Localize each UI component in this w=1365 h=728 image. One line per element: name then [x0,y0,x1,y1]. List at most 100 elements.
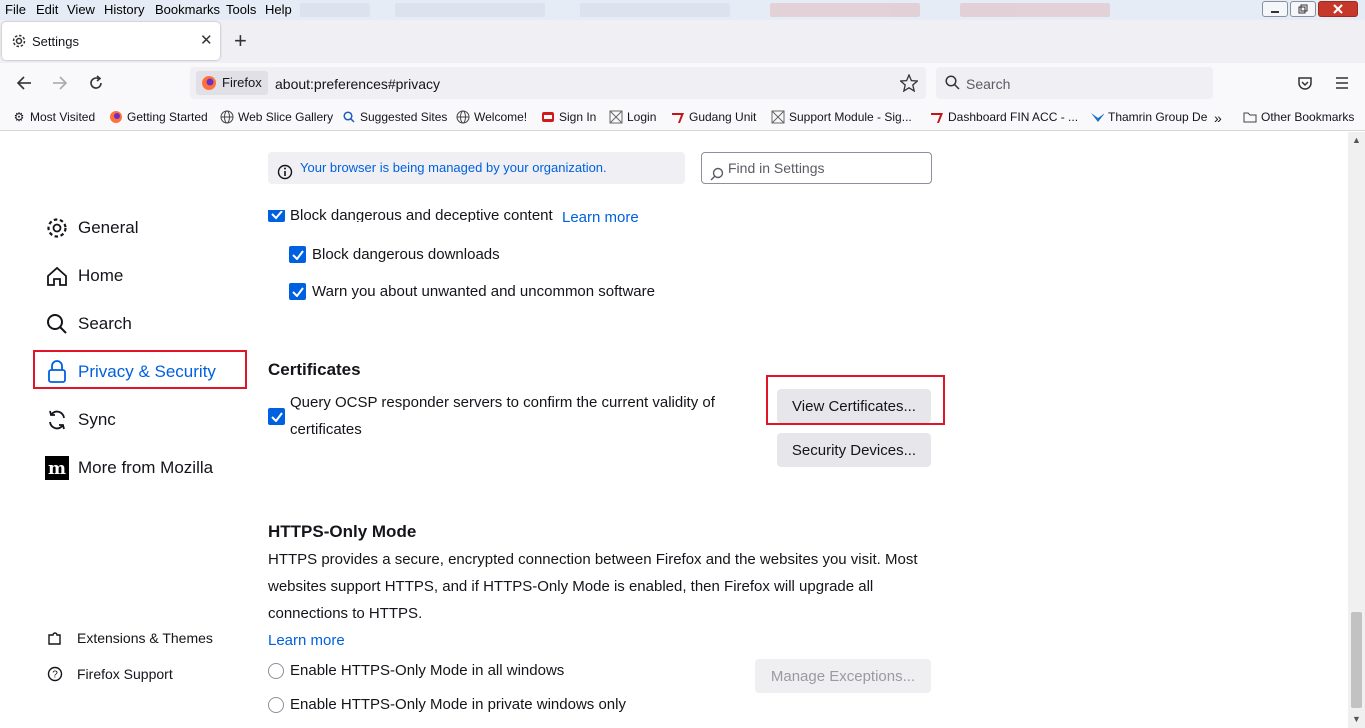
menu-file[interactable]: File [5,2,26,17]
firefox-logo-icon [109,110,123,124]
bookmark-thamrin-group[interactable]: Thamrin Group De [1090,110,1208,124]
scrollbar[interactable]: ▲ ▼ [1348,132,1365,728]
block-dangerous-label: Block dangerous and deceptive content [290,207,553,222]
chevron-double-right-icon[interactable]: » [1214,110,1222,126]
new-tab-button[interactable]: + [234,28,247,54]
tab-title: Settings [32,34,79,49]
find-in-settings-input[interactable]: Find in Settings [701,152,932,184]
sidebar-item-extensions-themes[interactable]: Extensions & Themes [46,630,213,646]
forward-button[interactable] [49,72,71,94]
learn-more-link[interactable]: Learn more [562,209,639,226]
https-learn-more-link[interactable]: Learn more [268,632,345,649]
url-text[interactable]: about:preferences#privacy [275,76,440,92]
checkmark-icon [270,211,283,220]
brand-logo-icon [930,110,944,124]
bookmark-label: Login [627,110,657,124]
bookmark-sign-in[interactable]: Sign In [541,110,596,124]
window-close-button[interactable] [1318,1,1358,17]
bookmark-web-slice-gallery[interactable]: Web Slice Gallery [220,110,333,124]
navigation-bar: Firefox about:preferences#privacy Search [0,63,1365,103]
managed-policy-note[interactable]: Your browser is being managed by your or… [268,152,685,184]
page-icon [609,110,623,124]
menu-edit[interactable]: Edit [36,2,58,17]
back-button[interactable] [13,72,35,94]
bookmark-login[interactable]: Login [609,110,656,124]
scroll-up-arrow-icon[interactable]: ▲ [1352,135,1361,145]
tab-close-icon[interactable]: ✕ [200,31,213,49]
bookmark-dashboard-fin-acc[interactable]: Dashboard FIN ACC - ... [930,110,1078,124]
home-icon [44,263,70,289]
menu-tools[interactable]: Tools [226,2,256,17]
sidebar-item-label: Home [78,266,124,285]
brand-logo-icon [1090,110,1104,124]
globe-icon [220,110,234,124]
menu-bookmarks[interactable]: Bookmarks [155,2,220,17]
bookmark-getting-started[interactable]: Getting Started [109,110,208,124]
highlight-box-view-certificates [766,375,945,425]
bookmark-label: Web Slice Gallery [238,110,334,124]
bookmark-welcome[interactable]: Welcome! [456,110,527,124]
manage-exceptions-button[interactable]: Manage Exceptions... [755,659,931,693]
svg-text:?: ? [52,670,58,681]
ghost-tab [960,3,1110,17]
checkbox-ocsp[interactable] [268,408,285,425]
sidebar-item-search[interactable]: Search [44,311,132,337]
sidebar-item-more-from-mozilla[interactable]: m More from Mozilla [44,455,213,481]
tab-strip: Settings ✕ + [0,20,1365,63]
search-icon [710,161,724,191]
bookmark-gudang-unit[interactable]: Gudang Unit [671,110,756,124]
checkbox-warn-unwanted[interactable] [289,283,306,300]
sidebar-item-sync[interactable]: Sync [44,407,116,433]
bookmarks-toolbar: ⚙ Most Visited Getting Started Web Slice … [0,103,1365,131]
star-bookmark-icon[interactable] [898,73,920,97]
page-icon [771,110,785,124]
find-placeholder: Find in Settings [728,160,825,176]
bookmark-most-visited[interactable]: ⚙ Most Visited [12,110,96,124]
https-only-heading: HTTPS-Only Mode [268,522,417,541]
security-devices-button[interactable]: Security Devices... [777,433,931,467]
bookmark-suggested-sites[interactable]: Suggested Sites [342,110,447,124]
bookmark-label: Sign In [559,110,597,124]
radio-https-all-windows[interactable] [268,663,284,679]
checkbox-block-downloads[interactable] [289,246,306,263]
firefox-logo-icon [201,75,217,99]
checkmark-icon [291,286,304,297]
ghost-tab [300,3,370,17]
scroll-down-arrow-icon[interactable]: ▼ [1352,714,1361,724]
bookmark-label: Other Bookmarks [1261,110,1355,124]
help-icon: ? [46,666,64,682]
bookmark-support-module[interactable]: Support Module - Sig... [771,110,912,124]
bookmark-label: Support Module - Sig... [789,110,912,124]
https-description-line1: HTTPS provides a secure, encrypted conne… [268,551,918,568]
gear-icon [44,215,70,241]
pocket-icon[interactable] [1297,75,1313,96]
info-icon [277,160,293,192]
bookmark-label: Welcome! [474,110,528,124]
folder-icon [1243,110,1257,124]
identity-box[interactable]: Firefox [196,71,268,95]
bookmark-other-bookmarks[interactable]: Other Bookmarks [1243,110,1354,124]
sidebar-item-firefox-support[interactable]: ? Firefox Support [46,666,173,682]
warn-unwanted-label: Warn you about unwanted and uncommon sof… [312,283,655,300]
minimize-button[interactable] [1262,1,1288,17]
menu-history[interactable]: History [104,2,144,17]
scrollbar-thumb[interactable] [1351,612,1362,708]
reload-button[interactable] [85,72,107,94]
restore-button[interactable] [1290,1,1316,17]
menu-hamburger-icon[interactable] [1334,75,1350,96]
search-icon [44,311,70,337]
sidebar-item-general[interactable]: General [44,215,138,241]
menu-view[interactable]: View [67,2,95,17]
menu-help[interactable]: Help [265,2,292,17]
highlight-box-privacy [33,350,247,389]
sidebar-item-home[interactable]: Home [44,263,123,289]
search-icon [342,110,356,124]
checkbox-block-dangerous[interactable] [268,210,285,222]
menu-bar: File Edit View History Bookmarks Tools H… [0,0,1365,20]
sync-icon [44,407,70,433]
sidebar-item-label: More from Mozilla [78,458,214,477]
tab-settings[interactable]: Settings ✕ [2,22,220,60]
gear-icon: ⚙ [13,110,25,124]
brand-logo-icon [671,110,685,124]
radio-https-private-only[interactable] [268,697,284,713]
